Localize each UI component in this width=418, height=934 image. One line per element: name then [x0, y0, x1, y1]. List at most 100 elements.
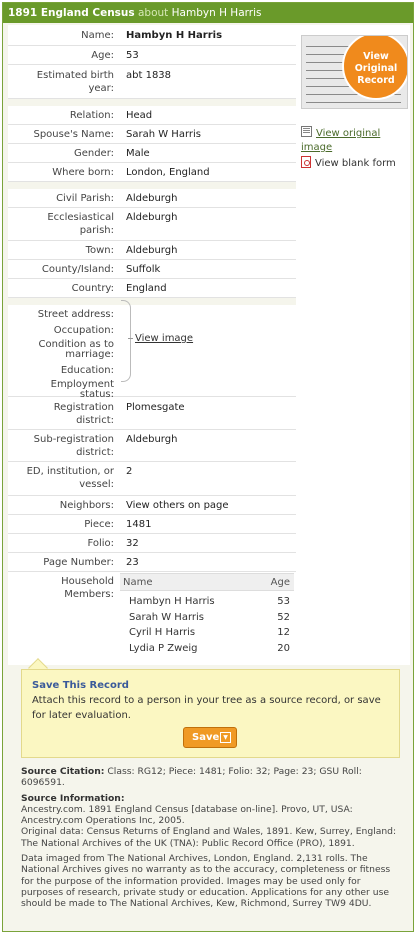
town-label: Town: — [85, 245, 114, 256]
save-record-title: Save This Record — [32, 680, 129, 691]
row-country: Country: England — [8, 279, 296, 298]
county-label: County/Island: — [41, 264, 114, 275]
record-main: Name: Hambyn H Harris Age: 53 Estimated … — [8, 25, 410, 665]
member-name[interactable]: Hambyn H Harris — [129, 594, 215, 610]
folio-label: Folio: — [87, 538, 114, 549]
view-blank-form-link[interactable]: View blank form — [315, 158, 396, 169]
col-name-header: Name — [123, 577, 153, 588]
birth-label-2: year: — [88, 83, 114, 94]
row-subreg: Sub-registration district: Aldeburgh — [8, 430, 296, 462]
view-blank-row: View blank form — [301, 156, 411, 171]
piece-label: Piece: — [84, 519, 114, 530]
row-civil: Civil Parish: Aldeburgh — [8, 189, 296, 208]
member-name[interactable]: Sarah W Harris — [129, 610, 204, 626]
piece-value: 1481 — [126, 519, 152, 530]
household-label-2: Members: — [64, 589, 114, 600]
neighbors-link[interactable]: View others on page — [126, 499, 229, 512]
reg-label-1: Registration — [53, 402, 114, 413]
row-county: County/Island: Suffolk — [8, 260, 296, 279]
row-piece: Piece: 1481 — [8, 515, 296, 534]
household-member[interactable]: Sarah W Harris 52 — [120, 610, 294, 626]
education-label: Education: — [60, 365, 114, 376]
eccl-label-1: Ecclesiastical — [47, 212, 114, 223]
imaged-data-text: Data imaged from The National Archives, … — [21, 853, 391, 910]
county-value: Suffolk — [126, 264, 161, 275]
census-title[interactable]: 1891 England Census — [8, 7, 135, 19]
relation-label: Relation: — [69, 110, 114, 121]
subreg-value: Aldeburgh — [126, 434, 178, 445]
spouse-value: Sarah W Harris — [126, 129, 201, 140]
save-record-box: Save This Record Attach this record to a… — [21, 669, 400, 758]
row-birth: Estimated birth year: abt 1838 — [8, 65, 296, 99]
row-page: Page Number: 23 — [8, 553, 296, 572]
view-original-image-link[interactable]: View original image — [301, 128, 380, 153]
view-original-row: View original image — [301, 126, 411, 155]
source-info-label: Source Information: — [21, 792, 125, 804]
original-data-text: Original data: Census Returns of England… — [21, 826, 397, 849]
row-born: Where born: London, England — [8, 163, 296, 182]
badge-line: Record — [357, 75, 395, 86]
civil-value: Aldeburgh — [126, 193, 178, 204]
household-member[interactable]: Cyril H Harris 12 — [120, 625, 294, 641]
name-label: Name: — [81, 30, 114, 41]
age-label: Age: — [91, 50, 114, 61]
record-header: 1891 England Census about Hambyn H Harri… — [3, 3, 413, 23]
row-details: Street address: Occupation: Condition as… — [8, 305, 296, 400]
gap — [8, 182, 296, 189]
household-table: Name Age Hambyn H Harris 53 Sarah W Harr… — [120, 573, 294, 656]
about-text: about — [138, 7, 169, 19]
civil-label: Civil Parish: — [56, 193, 114, 204]
member-age: 20 — [277, 642, 290, 654]
condition-label-2: marriage: — [65, 349, 114, 360]
town-value: Aldeburgh — [126, 245, 178, 256]
birth-value: abt 1838 — [126, 70, 172, 81]
occupation-label: Occupation: — [53, 325, 114, 336]
view-original-record-badge[interactable]: View Original Record — [342, 36, 407, 100]
page-label: Page Number: — [43, 557, 114, 568]
row-spouse: Spouse's Name: Sarah W Harris — [8, 125, 296, 144]
spouse-label: Spouse's Name: — [33, 129, 114, 140]
save-button[interactable]: Save ▼ — [183, 727, 237, 748]
row-folio: Folio: 32 — [8, 534, 296, 553]
row-age: Age: 53 — [8, 46, 296, 65]
household-member[interactable]: Lydia P Zweig 20 — [120, 641, 294, 657]
details-brace — [121, 300, 131, 382]
source-section: Source Citation: Class: RG12; Piece: 148… — [21, 766, 399, 914]
gap — [8, 99, 296, 106]
member-age: 53 — [277, 596, 290, 607]
household-member[interactable]: Hambyn H Harris 53 — [120, 594, 294, 610]
citation-label: Source Citation: — [21, 766, 105, 777]
born-value: London, England — [126, 167, 210, 178]
member-name[interactable]: Cyril H Harris — [129, 625, 195, 641]
badge-line: Original — [354, 63, 398, 74]
country-value: England — [126, 283, 167, 294]
eccl-label-2: parish: — [79, 225, 114, 236]
birth-label-1: Estimated birth — [36, 70, 114, 81]
subreg-label-2: district: — [76, 447, 114, 458]
gap — [8, 298, 296, 305]
ed-label-1: ED, institution, or — [26, 466, 114, 477]
save-button-label: Save — [192, 732, 220, 743]
save-record-description: Attach this record to a person in your t… — [32, 695, 381, 721]
relation-value: Head — [126, 110, 153, 121]
neighbors-label: Neighbors: — [59, 500, 114, 511]
row-town: Town: Aldeburgh — [8, 241, 296, 260]
member-age: 12 — [277, 627, 290, 638]
row-neighbors: Neighbors: View others on page — [8, 496, 296, 515]
col-age-header: Age — [270, 577, 290, 588]
record-thumbnail[interactable]: View Original Record — [301, 35, 408, 109]
member-name[interactable]: Lydia P Zweig — [129, 641, 198, 657]
born-label: Where born: — [52, 167, 114, 178]
street-label: Street address: — [37, 309, 114, 320]
pdf-icon — [301, 156, 311, 168]
household-label-1: Household — [61, 576, 114, 587]
badge-line: View — [363, 51, 389, 62]
image-icon — [301, 126, 312, 137]
reg-value: Plomesgate — [126, 402, 185, 413]
name-value: Hambyn H Harris — [126, 30, 223, 41]
country-label: Country: — [71, 283, 114, 294]
row-reg: Registration district: Plomesgate — [8, 397, 296, 430]
view-image-link[interactable]: View image — [127, 333, 193, 344]
chevron-down-icon[interactable]: ▼ — [220, 732, 231, 743]
row-eccl: Ecclesiastical parish: Aldeburgh — [8, 208, 296, 241]
